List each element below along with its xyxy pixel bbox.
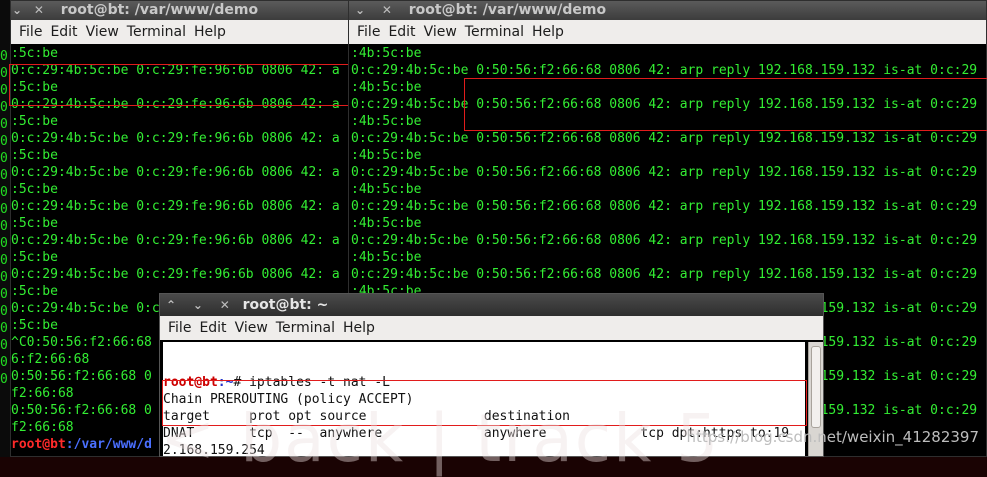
terminal-line: target prot opt source destination bbox=[163, 409, 570, 424]
menu-item-file[interactable]: File bbox=[11, 20, 42, 44]
chevron-down-icon[interactable]: ⌄ bbox=[187, 294, 209, 316]
terminal-line: :5c:be bbox=[11, 114, 58, 129]
strip-char: 0 bbox=[0, 134, 8, 149]
prompt-user: root@bt bbox=[11, 437, 66, 452]
titlebar-front[interactable]: ⌃ ⌄ ✕ root@bt: ~ bbox=[160, 294, 823, 316]
minimize-button[interactable]: ⌃ bbox=[160, 294, 182, 316]
terminal-line: :5c:be bbox=[11, 148, 58, 163]
strip-char: 0 bbox=[0, 287, 8, 302]
menu-item-edit[interactable]: Edit bbox=[42, 20, 77, 44]
close-button[interactable]: ✕ bbox=[28, 1, 50, 20]
strip-char: 0 bbox=[0, 372, 8, 387]
strip-char: 0 bbox=[0, 168, 8, 183]
strip-char: 0 bbox=[0, 49, 8, 64]
scrollbar-thumb[interactable] bbox=[811, 346, 821, 428]
terminal-line: :5c:be bbox=[11, 80, 58, 95]
strip-char: 0 bbox=[0, 151, 8, 166]
terminal-line: 0:c:29:4b:5c:be 0:c:29:fe:96:6b 0806 42:… bbox=[11, 97, 340, 112]
terminal-line: :4b:5c:be bbox=[351, 182, 422, 197]
strip-char: 0 bbox=[0, 185, 8, 200]
terminal-line: :5c:be bbox=[11, 182, 58, 197]
menubar-front: File Edit View Terminal Help bbox=[160, 316, 823, 340]
window-title: root@bt: /var/www/demo bbox=[408, 2, 607, 18]
titlebar-right[interactable]: ⌄ ✕ root@bt: /var/www/demo bbox=[349, 1, 986, 20]
terminal-line: 0:c:29:4b:5c:be 0:50:56:f2:66:68 0806 42… bbox=[351, 199, 978, 214]
menubar-left: File Edit View Terminal Help bbox=[11, 20, 349, 44]
terminal-line: 0:c:29:4b:5c:be 0:50:56:f2:66:68 0806 42… bbox=[351, 131, 978, 146]
minimize-button[interactable]: ⌄ bbox=[349, 1, 371, 20]
terminal-line: :5c:be bbox=[11, 250, 58, 265]
strip-char: 0 bbox=[0, 253, 8, 268]
prompt-path: :/var/www/d bbox=[65, 437, 152, 452]
terminal-line: :4b:5c:be bbox=[351, 46, 422, 61]
strip-char: 0 bbox=[0, 100, 8, 115]
strip-char: 0 bbox=[0, 338, 8, 353]
menu-item-help[interactable]: Help bbox=[524, 20, 564, 44]
strip-char: 0 bbox=[0, 304, 8, 319]
terminal-line: :5c:be bbox=[11, 216, 58, 231]
menu-item-edit[interactable]: Edit bbox=[380, 20, 415, 44]
menu-item-view[interactable]: View bbox=[416, 20, 457, 44]
strip-char: 0 bbox=[0, 321, 8, 336]
terminal-line: 0:c:29:4b:5c:be 0:50:56:f2:66:68 0806 42… bbox=[351, 97, 978, 112]
terminal-line: Chain PREROUTING (policy ACCEPT) bbox=[163, 392, 414, 407]
watermark-text: https://blog.csdn.net/weixin_41282397 bbox=[686, 428, 979, 446]
command-text: # iptables -t nat -L bbox=[233, 375, 390, 390]
terminal-line: 0:c:29:4b:5c:be 0:c:29:fe:96:6b 0806 42:… bbox=[11, 131, 340, 146]
menu-item-terminal[interactable]: Terminal bbox=[119, 20, 186, 44]
terminal-line: :4b:5c:be bbox=[351, 114, 422, 129]
menu-item-view[interactable]: View bbox=[78, 20, 119, 44]
menu-item-terminal[interactable]: Terminal bbox=[268, 316, 335, 340]
menu-item-terminal[interactable]: Terminal bbox=[457, 20, 524, 44]
terminal-line: 0:c:29:4b:5c:be 0:c:29:fe:96:6b 0806 42:… bbox=[11, 199, 340, 214]
strip-char: 0 bbox=[0, 270, 8, 285]
strip-char: 0 bbox=[0, 219, 8, 234]
menu-item-file[interactable]: File bbox=[349, 20, 380, 44]
terminal-line: 0:c:29:4b:5c:be 0:c:29:fe:96:6b 0806 42:… bbox=[11, 233, 340, 248]
terminal-line: 0:c:29:4b:5c:be 0:50:56:f2:66:68 0806 42… bbox=[351, 165, 978, 180]
menu-item-help[interactable]: Help bbox=[186, 20, 226, 44]
strip-char: 0 bbox=[0, 66, 8, 81]
terminal-line: 0:c:29:4b:5c:be 0:c:29:fe:96:6b 0806 42:… bbox=[11, 63, 340, 78]
strip-char: 0 bbox=[0, 202, 8, 217]
titlebar-left[interactable]: ⌄ ✕ root@bt: /var/www/demo bbox=[11, 1, 349, 20]
menubar-right: File Edit View Terminal Help bbox=[349, 20, 986, 44]
minimize-button[interactable]: ⌄ bbox=[11, 1, 23, 20]
window-title: root@bt: ~ bbox=[242, 297, 329, 313]
terminal-line: :4b:5c:be bbox=[351, 216, 422, 231]
strip-char: 0 bbox=[0, 117, 8, 132]
prompt-path: :~ bbox=[217, 375, 234, 390]
terminal-line: 0:c:29:4b:5c:be 0:c:29:fe:96:6b 0806 42:… bbox=[11, 165, 340, 180]
terminal-line: :4b:5c:be bbox=[351, 250, 422, 265]
strip-char: 0 bbox=[0, 236, 8, 251]
close-button[interactable]: ✕ bbox=[376, 1, 398, 20]
menu-item-help[interactable]: Help bbox=[335, 316, 375, 340]
close-button[interactable]: ✕ bbox=[214, 294, 236, 316]
strip-char: 0 bbox=[0, 355, 8, 370]
terminal-line: 0:c:29:4b:5c:be 0:c:29:fe:96:6b 0806 42:… bbox=[11, 267, 340, 282]
menu-item-file[interactable]: File bbox=[160, 316, 191, 340]
prompt-user: root@bt bbox=[163, 375, 218, 390]
menu-item-edit[interactable]: Edit bbox=[191, 316, 226, 340]
terminal-line: :4b:5c:be bbox=[351, 80, 422, 95]
terminal-line: 0:c:29:4b:5c:be 0:50:56:f2:66:68 0806 42… bbox=[351, 267, 978, 282]
window-title: root@bt: /var/www/demo bbox=[60, 2, 259, 18]
prompt-line: root@bt:~# iptables -t nat -L bbox=[163, 375, 805, 392]
strip-char: 0 bbox=[0, 83, 8, 98]
terminal-line: :5c:be bbox=[11, 46, 58, 61]
terminal-line: 0:c:29:4b:5c:be 0:50:56:f2:66:68 0806 42… bbox=[351, 233, 978, 248]
terminal-line: 0:c:29:4b:5c:be 0:50:56:f2:66:68 0806 42… bbox=[351, 63, 978, 78]
terminal-line: :4b:5c:be bbox=[351, 148, 422, 163]
menu-item-view[interactable]: View bbox=[227, 316, 268, 340]
left-edge-window-strip: 0 0 0 0 0 0 0 0 0 0 0 0 0 0 0 0 0 0 0 0 bbox=[0, 0, 10, 457]
